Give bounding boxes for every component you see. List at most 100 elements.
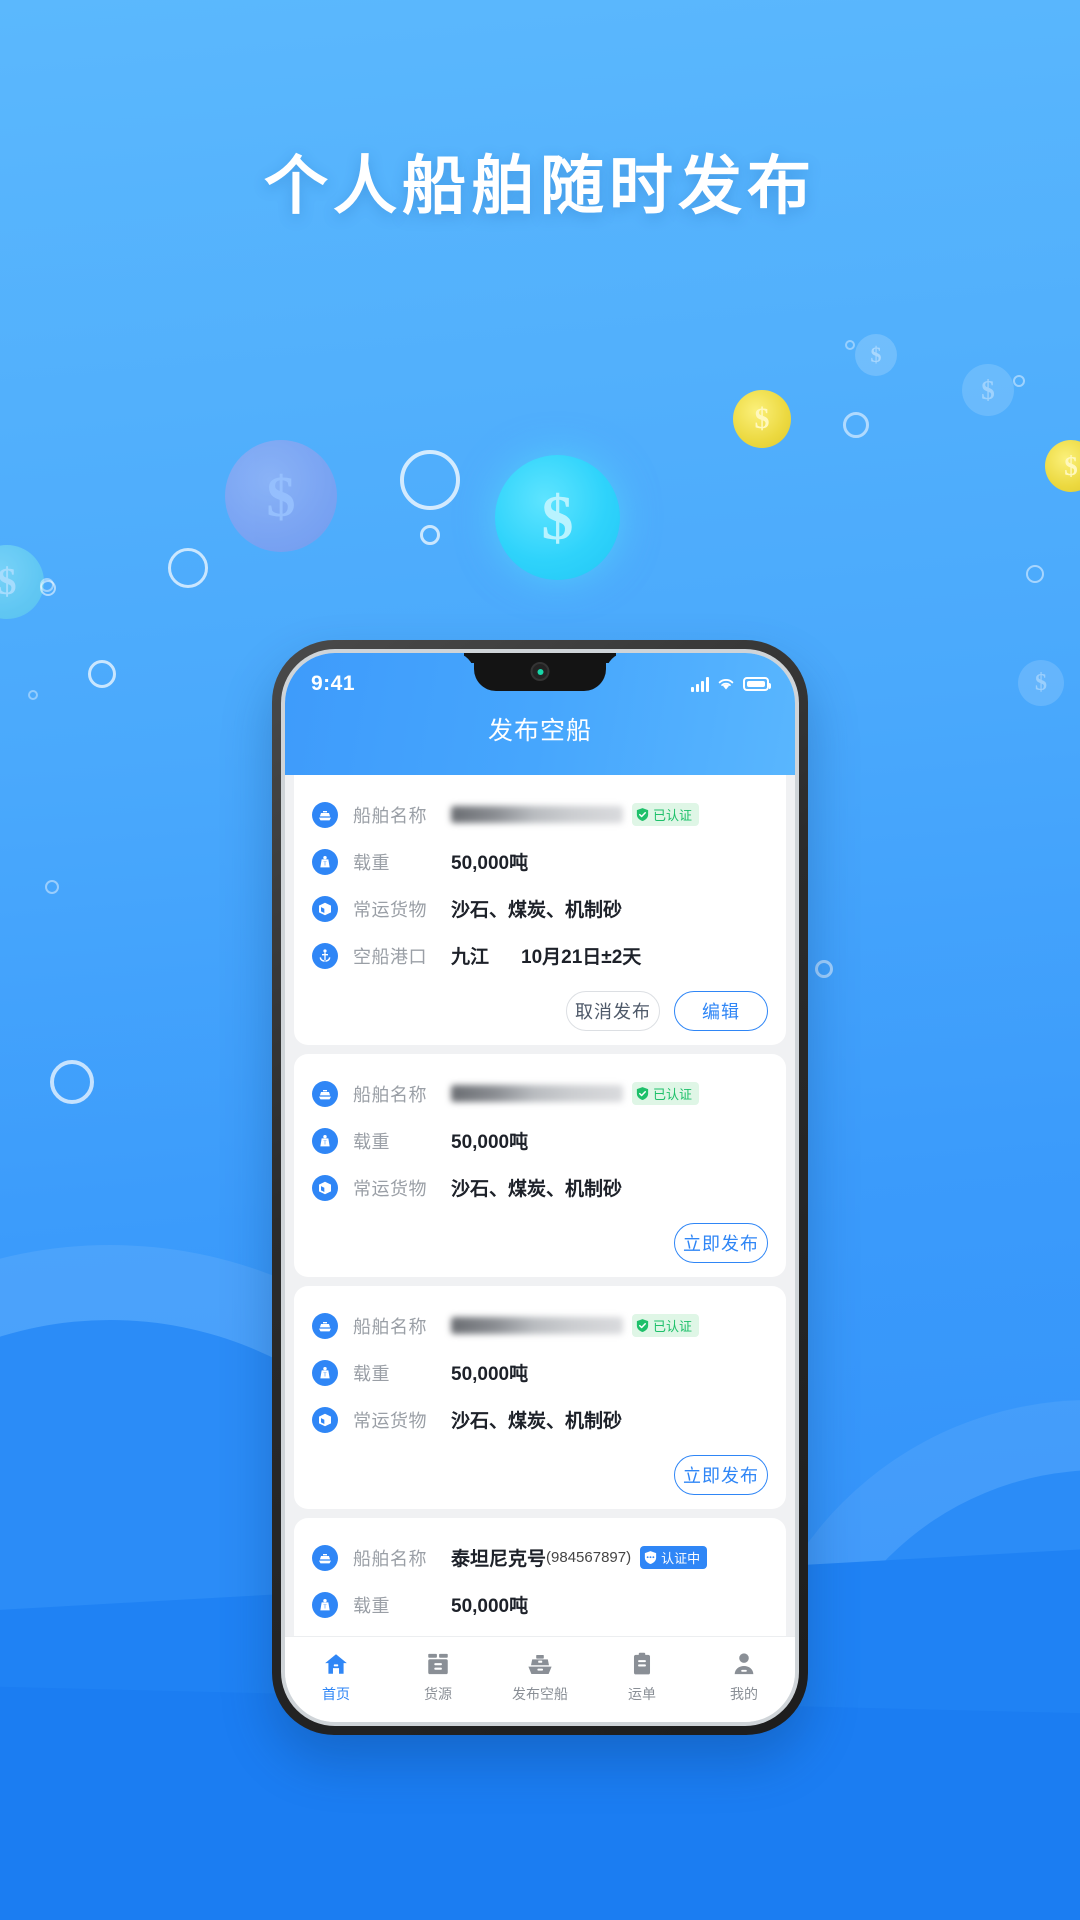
coin-icon: $	[225, 440, 337, 552]
coin-icon: $	[495, 455, 620, 580]
wifi-icon	[718, 679, 734, 690]
coin-icon: $	[855, 334, 897, 376]
tab-waybill[interactable]: 运单	[591, 1649, 693, 1704]
primary-action-button[interactable]: 立即发布	[674, 1455, 768, 1495]
ship-list[interactable]: 船舶名称 已认证 T 载重 50,000吨 常运货物 沙石、煤炭、机制砂 空船港口 九江 10月2…	[285, 775, 795, 1636]
weight-icon: T	[312, 848, 338, 875]
ship-info-value-text: 50,000吨	[451, 1596, 529, 1617]
ship-icon	[312, 1312, 338, 1339]
ship-card[interactable]: 船舶名称 已认证 T 载重 50,000吨常运货物 沙石、煤炭、机制砂立即发布	[294, 1286, 786, 1509]
secondary-action-button[interactable]: 取消发布	[566, 991, 660, 1031]
ship-info-row: T 载重 50,000吨	[312, 1349, 768, 1396]
bubble-icon	[45, 880, 59, 894]
ship-info-value: 50,000吨	[451, 1127, 528, 1154]
ship-info-value-text: 50,000吨	[451, 1364, 529, 1385]
status-badge-label: 已认证	[653, 1087, 693, 1102]
ship-info-value: 已认证	[451, 1314, 700, 1337]
poster-headline: 个人船舶随时发布	[264, 150, 816, 222]
bubble-icon	[88, 660, 116, 688]
tab-goods[interactable]: 货源	[387, 1649, 489, 1704]
status-badge-label: 认证中	[661, 1551, 701, 1566]
ship-info-label: 船舶名称	[353, 805, 427, 826]
tab-user[interactable]: 我的	[693, 1649, 795, 1704]
tab-label: 发布空船	[512, 1686, 568, 1702]
ship-icon	[312, 1080, 338, 1107]
status-icon-group	[691, 676, 771, 692]
coin-icon: $	[733, 390, 791, 448]
tab-label: 货源	[424, 1686, 452, 1702]
ship-info-label: 载重	[353, 852, 390, 873]
front-camera-icon	[530, 662, 550, 681]
ship-info-value: 沙石、煤炭、机制砂	[451, 895, 622, 922]
bubble-icon	[843, 412, 869, 438]
bubble-icon	[168, 548, 208, 588]
ship-info-value: 已认证	[451, 803, 700, 826]
ship-info-value: 九江 10月21日±2天	[451, 942, 641, 969]
goods-icon	[425, 1649, 451, 1679]
ship-info-row: 常运货物 沙石、煤炭、机制砂	[312, 885, 768, 932]
tab-label: 首页	[322, 1686, 350, 1702]
bubble-icon	[400, 450, 460, 510]
ship-info-row: 空船港口 九江 10月21日±2天	[312, 932, 768, 979]
status-badge-label: 已认证	[653, 1319, 693, 1334]
bottom-tab-bar[interactable]: 首页 货源 发布空船 运单 我的	[285, 1636, 795, 1722]
phone-screen: 9:41 发布空船 船舶名称 已认证 T 载重 50,000吨 常运货物 沙石、煤炭、机制砂…	[285, 653, 795, 1722]
page-title: 发布空船	[487, 717, 592, 745]
status-badge: 已认证	[632, 1082, 700, 1105]
ship-info-value-text: 50,000吨	[451, 1132, 529, 1153]
ship-info-value-text: 50,000吨	[451, 853, 529, 874]
ship-info-row: 船舶名称 已认证	[312, 1070, 768, 1117]
bubble-icon	[1013, 375, 1025, 387]
tab-label: 运单	[628, 1686, 656, 1702]
cargo-icon	[312, 1406, 338, 1433]
ship-info-value: 沙石、煤炭、机制砂	[451, 1406, 622, 1433]
status-badge: 已认证	[632, 803, 700, 826]
ship-info-label: 船舶名称	[353, 1084, 427, 1105]
ship-info-row: 船舶名称 泰坦尼克号 (984567897) 认证中	[312, 1534, 768, 1581]
bubble-icon	[28, 690, 38, 700]
ship-info-value-text: 沙石、煤炭、机制砂	[451, 1411, 623, 1432]
user-icon	[731, 1649, 757, 1679]
ship-info-row: 船舶名称 已认证	[312, 1302, 768, 1349]
ship-info-row: 船舶名称 已认证	[312, 791, 768, 838]
ship-card[interactable]: 船舶名称 已认证 T 载重 50,000吨常运货物 沙石、煤炭、机制砂立即发布	[294, 1054, 786, 1277]
ship-info-label: 船舶名称	[353, 1316, 427, 1337]
ship-info-row: 常运货物 沙石、煤炭、机制砂	[312, 1396, 768, 1443]
tab-ship-tab[interactable]: 发布空船	[489, 1649, 591, 1704]
primary-action-button[interactable]: 立即发布	[674, 1223, 768, 1263]
phone-mockup: 9:41 发布空船 船舶名称 已认证 T 载重 50,000吨 常运货物 沙石、煤炭、机制砂…	[272, 640, 808, 1735]
ship-info-value-text: 泰坦尼克号	[451, 1549, 547, 1570]
ship-info-label: 载重	[353, 1131, 390, 1152]
ship-info-label: 常运货物	[353, 1178, 427, 1199]
ship-info-value-text: 沙石、煤炭、机制砂	[451, 1179, 623, 1200]
cargo-icon	[312, 1174, 338, 1201]
primary-action-button[interactable]: 编辑	[674, 991, 768, 1031]
card-actions: 立即发布	[312, 1443, 768, 1495]
phone-bezel: 9:41 发布空船 船舶名称 已认证 T 载重 50,000吨 常运货物 沙石、煤炭、机制砂…	[281, 649, 799, 1726]
card-actions: 立即发布	[312, 1211, 768, 1263]
ship-info-row: T 载重 50,000吨	[312, 1117, 768, 1164]
weight-icon: T	[312, 1127, 338, 1154]
home-icon	[323, 1649, 349, 1679]
ship-info-value: 50,000吨	[451, 848, 528, 875]
tab-home[interactable]: 首页	[285, 1649, 387, 1704]
weight-icon: T	[312, 1359, 338, 1386]
ship-info-label: 船舶名称	[353, 1548, 427, 1569]
coin-icon: $	[1018, 660, 1064, 706]
tab-label: 我的	[730, 1686, 758, 1702]
ship-info-value-text: 沙石、煤炭、机制砂	[451, 900, 623, 921]
ship-info-value: 50,000吨	[451, 1591, 528, 1618]
ship-card[interactable]: 船舶名称 已认证 T 载重 50,000吨常运货物 沙石、煤炭、机制砂 空船港口 九江 10月2…	[294, 775, 786, 1045]
signal-icon	[691, 676, 709, 692]
ship-info-row: T 载重 50,000吨	[312, 1581, 768, 1628]
masked-ship-name	[451, 1085, 623, 1102]
coin-icon: $	[962, 364, 1014, 416]
masked-ship-name	[451, 806, 623, 823]
ship-icon	[312, 1544, 338, 1571]
ship-tab-icon	[526, 1649, 554, 1679]
ship-info-label: 载重	[353, 1363, 390, 1384]
anchor-icon	[312, 942, 338, 969]
coin-icon: $	[0, 545, 44, 619]
ship-info-label: 常运货物	[353, 1410, 427, 1431]
ship-card[interactable]: 船舶名称 泰坦尼克号(984567897) 认证中 T 载重 50,000吨常运货物沙石、…	[294, 1518, 786, 1636]
